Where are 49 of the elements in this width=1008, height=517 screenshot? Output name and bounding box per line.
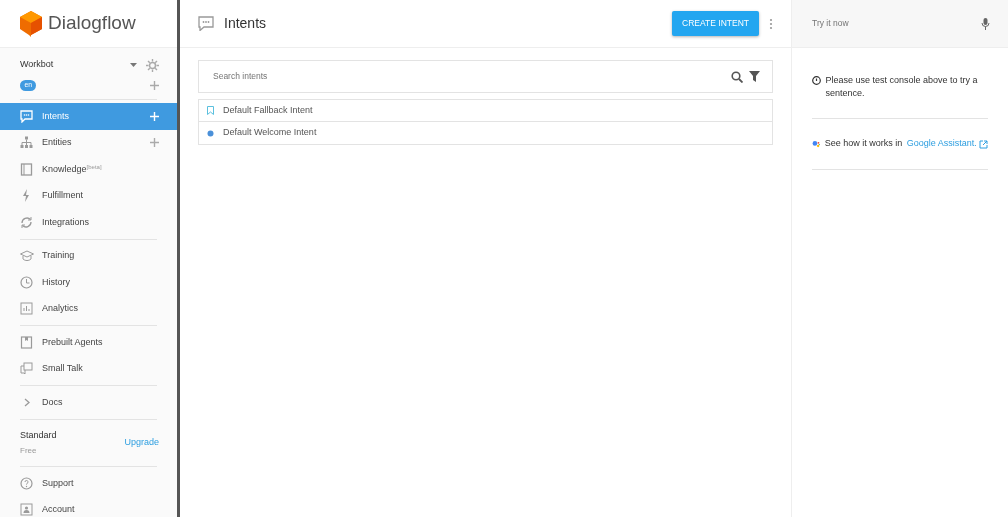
intent-name: Default Welcome Intent — [223, 126, 317, 140]
nav-item[interactable]: Docs — [0, 389, 177, 416]
search-icon — [731, 70, 743, 83]
person-icon — [20, 503, 34, 517]
help-icon — [20, 476, 34, 490]
page-title: Intents — [224, 14, 268, 33]
book-icon — [20, 162, 34, 176]
sync-icon — [20, 215, 34, 229]
nav-item[interactable]: Knowledge$^{[beta]}$ — [0, 156, 177, 183]
info-icon — [812, 76, 821, 85]
brand-name: Dialogflow — [48, 11, 136, 36]
nav-item[interactable]: Entities — [0, 129, 177, 156]
nav-item[interactable]: Analytics — [0, 295, 177, 322]
add-language-button[interactable] — [150, 80, 159, 90]
settings-icon — [146, 58, 159, 72]
assistant-text: See how it works in — [824, 137, 903, 151]
nav-item[interactable]: Account — [0, 496, 177, 517]
plan-price: Free — [20, 445, 38, 457]
chat-icon — [198, 16, 214, 31]
nav-item[interactable]: Fulfillment — [0, 182, 177, 209]
nav-item[interactable]: Prebuilt Agents — [0, 329, 177, 356]
intent-name: Default Fallback Intent — [223, 103, 313, 117]
nav-item[interactable]: Small Talk — [0, 355, 177, 382]
clock-icon — [20, 275, 34, 289]
bookmark-icon — [207, 106, 214, 115]
nav-item[interactable]: Training — [0, 242, 177, 269]
nav-item[interactable]: Integrations — [0, 209, 177, 236]
dot-icon — [207, 129, 214, 137]
intent-row[interactable]: Default Fallback Intent — [199, 100, 772, 122]
more-options-icon — [769, 17, 773, 30]
add-button[interactable] — [150, 138, 159, 148]
microphone-icon — [981, 17, 990, 30]
intent-row[interactable]: Default Welcome Intent — [199, 122, 772, 144]
graduation-cap-icon — [20, 249, 34, 263]
nav-item[interactable]: Support — [0, 470, 177, 497]
dialogflow-logo-icon — [20, 10, 42, 37]
nav-item[interactable]: History — [0, 269, 177, 296]
bookmark-book-icon — [20, 335, 34, 349]
chat-icon — [20, 109, 34, 123]
search-field[interactable]: Search intents — [198, 60, 773, 93]
agent-name: Workbot — [20, 58, 55, 72]
plan-name: Standard — [20, 428, 58, 442]
bar-chart-icon — [20, 302, 34, 316]
hierarchy-icon — [20, 136, 34, 150]
chat-bubbles-icon — [20, 362, 34, 376]
dropdown-caret-icon[interactable] — [130, 63, 137, 67]
filter-icon — [749, 71, 760, 82]
external-link-icon — [979, 139, 988, 149]
hint-text: Please use test console above to try a sentence. — [825, 74, 979, 101]
